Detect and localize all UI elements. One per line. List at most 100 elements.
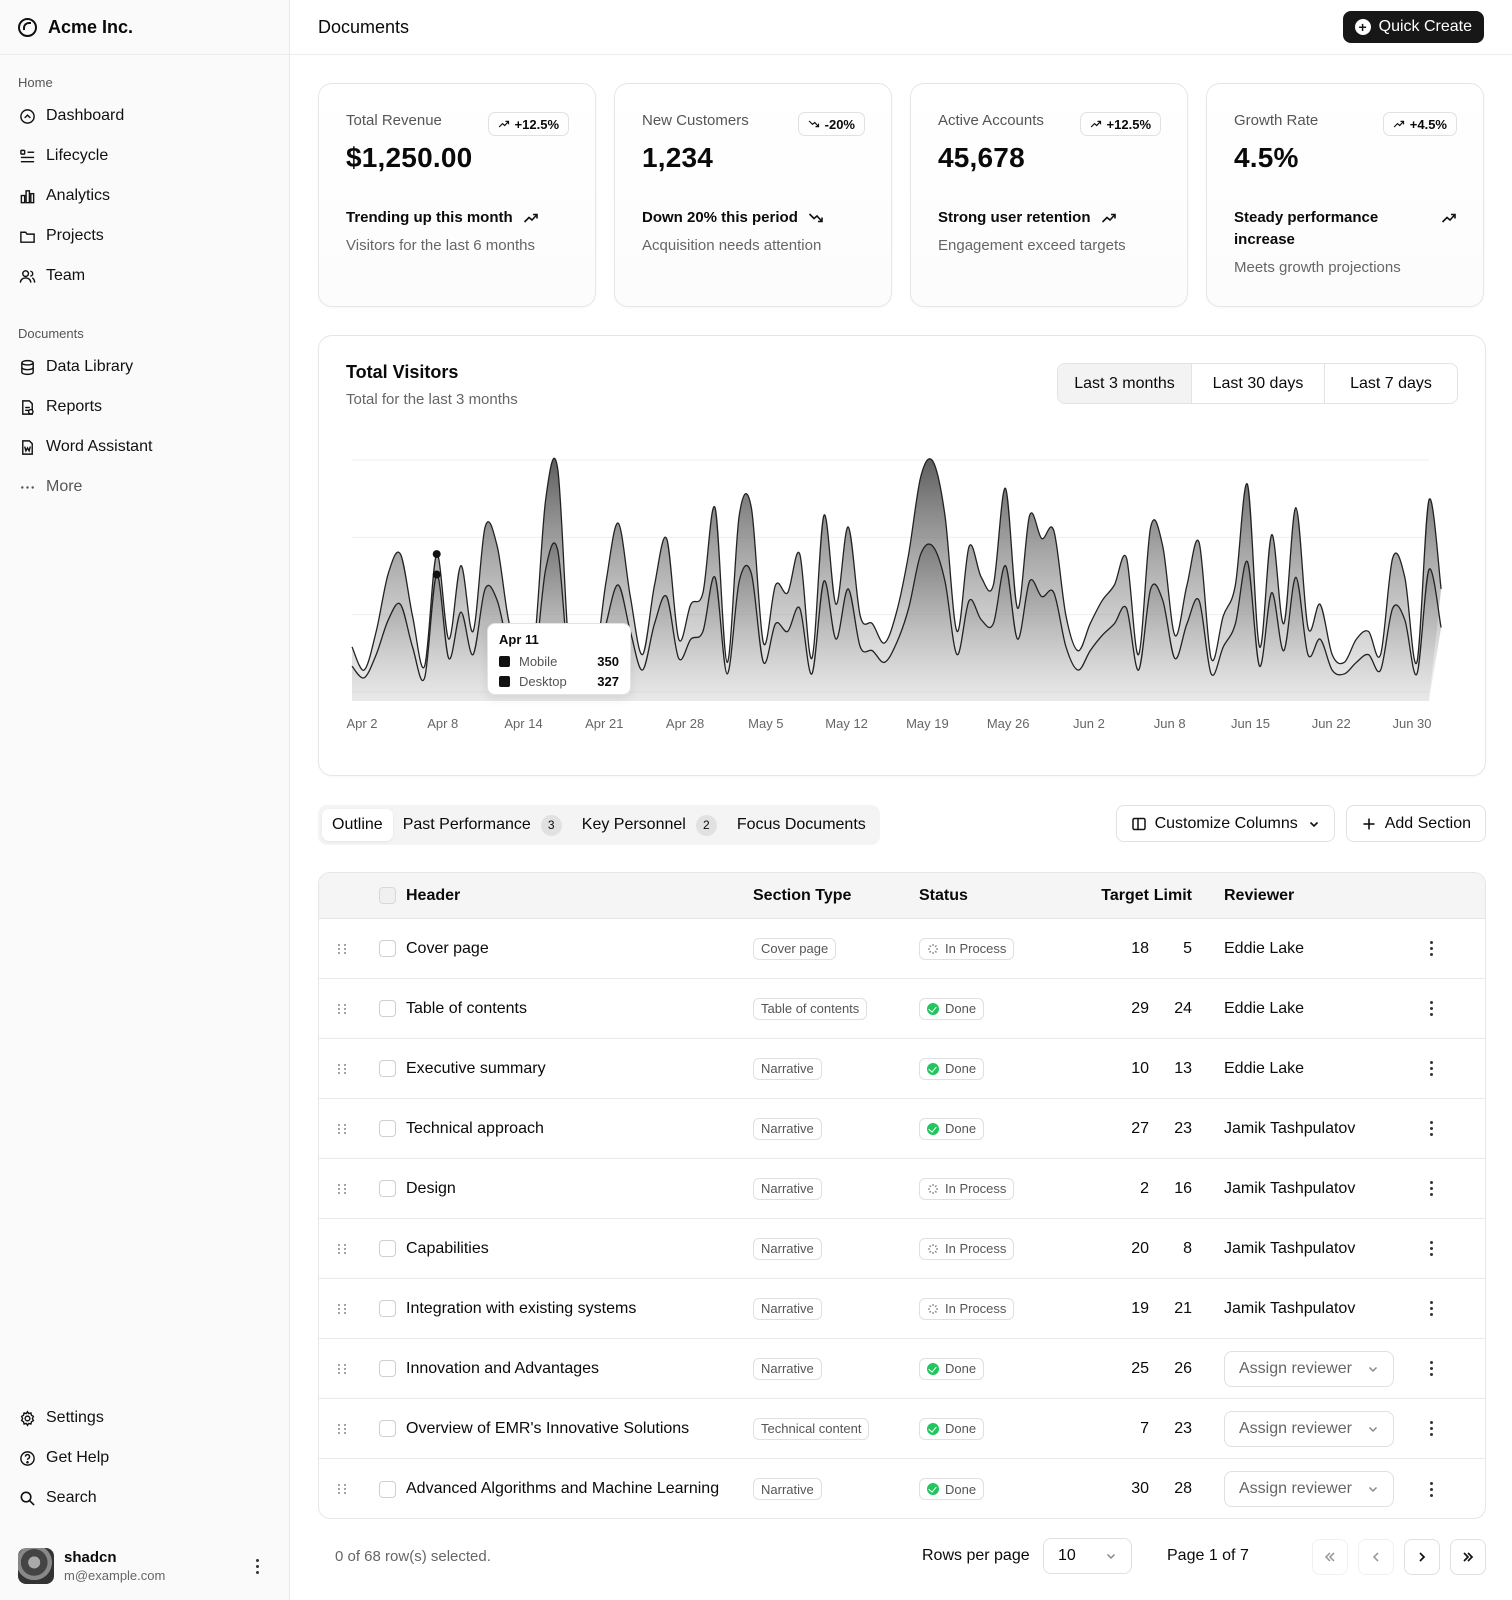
sidebar-item-label: Data Library (46, 358, 134, 375)
tooltip-series-name: Mobile (519, 653, 558, 669)
row-actions-icon[interactable] (1419, 1159, 1443, 1218)
status-badge: In Process (919, 1237, 1015, 1260)
row-checkbox[interactable] (379, 940, 396, 957)
row-target[interactable]: 20 (1079, 1219, 1149, 1278)
drag-handle-icon[interactable] (338, 1219, 350, 1278)
row-limit[interactable]: 21 (1149, 1279, 1192, 1338)
row-target[interactable]: 18 (1079, 919, 1149, 978)
row-checkbox[interactable] (379, 1300, 396, 1317)
row-actions-icon[interactable] (1419, 1339, 1443, 1398)
status-text: Done (945, 1061, 977, 1076)
user-menu[interactable]: shadcn m@example.com (0, 1542, 289, 1590)
row-target[interactable]: 30 (1079, 1459, 1149, 1518)
row-checkbox[interactable] (379, 1360, 396, 1377)
row-actions-icon[interactable] (1419, 1279, 1443, 1338)
tab-outline[interactable]: Outline (322, 809, 393, 841)
row-actions-icon[interactable] (1419, 919, 1443, 978)
sidebar-item-get-help[interactable]: Get Help (0, 1438, 289, 1478)
row-actions-icon[interactable] (1419, 1459, 1443, 1518)
row-target[interactable]: 10 (1079, 1039, 1149, 1098)
row-checkbox[interactable] (379, 1480, 396, 1498)
drag-handle-icon[interactable] (338, 1399, 350, 1458)
sidebar-item-lifecycle[interactable]: Lifecycle (0, 136, 289, 176)
row-target[interactable]: 29 (1079, 979, 1149, 1038)
row-limit[interactable]: 26 (1149, 1339, 1192, 1398)
visitors-area-chart[interactable]: Apr 2 Apr 8 Apr 14 Apr 21 Apr 28 May 5 May 12 M… (319, 336, 1487, 777)
sidebar-item-more[interactable]: More (0, 467, 289, 507)
sidebar-item-analytics[interactable]: Analytics (0, 176, 289, 216)
row-actions-icon[interactable] (1419, 1219, 1443, 1278)
reviewer-name: Eddie Lake (1224, 1059, 1305, 1077)
quick-create-button[interactable]: + Quick Create (1342, 11, 1484, 43)
user-more-icon[interactable] (245, 1558, 269, 1574)
sidebar-item-team[interactable]: Team (0, 256, 289, 296)
sidebar-item-projects[interactable]: Projects (0, 216, 289, 256)
row-limit[interactable]: 5 (1149, 919, 1192, 978)
trending-down-icon (798, 207, 824, 226)
row-actions-icon[interactable] (1419, 1099, 1443, 1158)
drag-handle-icon[interactable] (338, 1459, 350, 1518)
reviewer-name: Eddie Lake (1224, 939, 1305, 957)
tab-focus-documents[interactable]: Focus Documents (727, 809, 876, 841)
row-limit[interactable]: 13 (1149, 1039, 1192, 1098)
tab-key-personnel[interactable]: Key Personnel 2 (572, 809, 727, 841)
row-header: Capabilities (406, 1239, 489, 1257)
drag-handle-icon[interactable] (338, 1279, 350, 1338)
row-target[interactable]: 7 (1079, 1399, 1149, 1458)
sidebar-item-settings[interactable]: Settings (0, 1398, 289, 1438)
list-icon (18, 147, 36, 165)
row-checkbox[interactable] (379, 1060, 396, 1077)
drag-handle-icon[interactable] (338, 1039, 350, 1098)
row-checkbox[interactable] (379, 1420, 396, 1437)
row-checkbox[interactable] (379, 1240, 396, 1257)
row-actions-icon[interactable] (1419, 1399, 1443, 1458)
row-limit[interactable]: 23 (1149, 1099, 1192, 1158)
sidebar-item-reports[interactable]: Reports (0, 387, 289, 427)
row-target[interactable]: 19 (1079, 1279, 1149, 1338)
rows-per-page-select[interactable]: 10 (1043, 1538, 1132, 1574)
sidebar-item-dashboard[interactable]: Dashboard (0, 96, 289, 136)
row-checkbox[interactable] (379, 1180, 396, 1197)
assign-reviewer-select[interactable]: Assign reviewer (1224, 1350, 1394, 1387)
add-section-button[interactable]: Add Section (1345, 805, 1486, 842)
stat-badge-value: +12.5% (514, 116, 559, 132)
row-actions-icon[interactable] (1419, 979, 1443, 1038)
row-target[interactable]: 25 (1079, 1339, 1149, 1398)
row-actions-icon[interactable] (1419, 1039, 1443, 1098)
drag-handle-icon[interactable] (338, 1099, 350, 1158)
app-root: Acme Inc. Home Dashboard Lifecycle Analy… (0, 0, 1512, 1600)
row-limit[interactable]: 24 (1149, 979, 1192, 1038)
row-target[interactable]: 27 (1079, 1099, 1149, 1158)
row-checkbox[interactable] (379, 1120, 396, 1137)
row-limit[interactable]: 8 (1149, 1219, 1192, 1278)
prev-page-button[interactable] (1358, 1539, 1394, 1575)
dots-icon (18, 478, 36, 496)
row-checkbox[interactable] (379, 1000, 396, 1017)
drag-handle-icon[interactable] (338, 1159, 350, 1218)
last-page-button[interactable] (1450, 1539, 1486, 1575)
row-limit[interactable]: 23 (1149, 1399, 1192, 1458)
row-limit[interactable]: 28 (1149, 1459, 1192, 1518)
select-all-checkbox[interactable] (379, 887, 396, 904)
row-limit[interactable]: 16 (1149, 1159, 1192, 1218)
drag-handle-icon[interactable] (338, 979, 350, 1038)
sidebar-item-data-library[interactable]: Data Library (0, 347, 289, 387)
assign-reviewer-select[interactable]: Assign reviewer (1224, 1410, 1394, 1447)
x-tick-label: Apr 28 (666, 716, 704, 731)
assign-reviewer-select[interactable]: Assign reviewer (1224, 1471, 1394, 1507)
drag-handle-icon[interactable] (338, 919, 350, 978)
add-section-label: Add Section (1384, 814, 1471, 832)
row-reviewer-cell: Jamik Tashpulatov (1224, 1159, 1355, 1218)
tab-past-performance[interactable]: Past Performance 3 (393, 809, 572, 841)
first-page-button[interactable] (1312, 1539, 1348, 1575)
customize-columns-button[interactable]: Customize Columns (1115, 805, 1335, 842)
section-type-badge: Narrative (753, 1177, 822, 1200)
sidebar-item-search[interactable]: Search (0, 1478, 289, 1518)
loader-icon (927, 1183, 939, 1195)
next-page-button[interactable] (1404, 1539, 1440, 1575)
brand[interactable]: Acme Inc. (0, 0, 289, 55)
gear-icon (18, 1409, 36, 1427)
row-target[interactable]: 2 (1079, 1159, 1149, 1218)
sidebar-item-word-assistant[interactable]: Word Assistant (0, 427, 289, 467)
drag-handle-icon[interactable] (338, 1339, 350, 1398)
